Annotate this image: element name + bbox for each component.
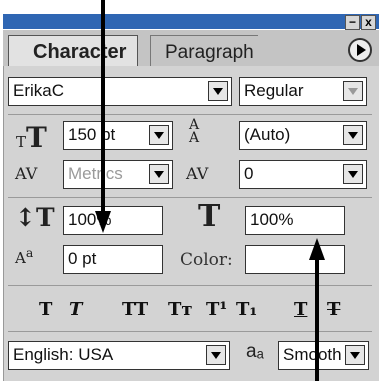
superscript-icon[interactable]: T¹ <box>206 299 227 320</box>
tab-character-label: Character <box>33 41 127 63</box>
baseline-shift-value: 0 pt <box>68 249 97 268</box>
color-swatch[interactable] <box>245 245 345 274</box>
font-family-select[interactable]: ErikaC <box>8 77 232 106</box>
antialias-select[interactable]: Smooth <box>278 341 369 370</box>
divider <box>8 197 372 198</box>
chevron-down-icon[interactable] <box>345 345 365 365</box>
chevron-down-icon[interactable] <box>149 164 169 184</box>
font-size-icon: TT <box>16 121 47 154</box>
underline-icon[interactable]: T <box>294 299 307 320</box>
baseline-shift-icon: Aa <box>15 245 34 267</box>
divider <box>8 114 372 115</box>
font-style-select[interactable]: Regular <box>239 77 367 106</box>
language-value: English: USA <box>13 345 114 364</box>
baseline-shift-field[interactable]: 0 pt <box>63 245 163 274</box>
faux-italic-icon[interactable]: T <box>69 299 82 320</box>
antialias-icon: aₐ <box>246 341 264 362</box>
chevron-down-icon[interactable] <box>343 164 363 184</box>
horizontal-scale-icon: T <box>198 199 221 234</box>
leading-field[interactable]: (Auto) <box>239 121 367 150</box>
faux-bold-icon[interactable]: T <box>39 299 52 320</box>
chevron-down-icon[interactable] <box>343 81 363 101</box>
minimize-button[interactable]: − <box>345 15 360 30</box>
tracking-icon: AV <box>186 164 209 183</box>
kerning-value: Metrics <box>68 164 123 183</box>
all-caps-icon[interactable]: TT <box>122 299 148 320</box>
small-caps-icon[interactable]: Tт <box>168 299 193 320</box>
leading-value: (Auto) <box>244 125 291 144</box>
subscript-icon[interactable]: T₁ <box>236 299 257 320</box>
tracking-field[interactable]: 0 <box>239 160 367 189</box>
annotation-arrow-head-up <box>309 238 325 260</box>
language-select[interactable]: English: USA <box>8 341 230 370</box>
panel-titlebar[interactable] <box>3 14 379 29</box>
leading-icon: AA <box>189 117 200 146</box>
font-family-value: ErikaC <box>13 81 65 100</box>
panel-menu-button[interactable] <box>348 38 372 62</box>
character-panel: − x Character Paragraph ErikaC Regular T… <box>0 0 379 381</box>
kerning-icon: AV <box>15 164 38 183</box>
annotation-arrow-head-down <box>95 211 111 233</box>
vertical-scale-field[interactable]: 100% <box>63 206 163 235</box>
chevron-down-icon[interactable] <box>343 125 363 145</box>
antialias-value: Smooth <box>283 345 342 364</box>
font-size-field[interactable]: 150 pt <box>63 121 173 150</box>
horizontal-scale-value: 100% <box>250 210 294 229</box>
tracking-value: 0 <box>244 164 254 183</box>
color-label: Color: <box>180 250 233 270</box>
kerning-field[interactable]: Metrics <box>63 160 173 189</box>
horizontal-scale-field[interactable]: 100% <box>245 206 345 235</box>
vertical-scale-icon: ↕T <box>15 203 55 232</box>
tab-paragraph[interactable]: Paragraph <box>150 35 258 66</box>
close-button[interactable]: x <box>361 15 376 30</box>
chevron-down-icon[interactable] <box>208 81 228 101</box>
tab-paragraph-label: Paragraph <box>165 42 254 63</box>
strikethrough-icon[interactable]: T <box>327 299 340 320</box>
tab-character[interactable]: Character <box>8 35 138 66</box>
chevron-down-icon[interactable] <box>149 125 169 145</box>
font-style-value: Regular <box>244 81 304 100</box>
annotation-arrow-line <box>315 258 319 381</box>
annotation-arrow-line <box>101 0 105 213</box>
chevron-down-icon[interactable] <box>206 345 226 365</box>
font-size-value: 150 pt <box>68 125 116 144</box>
